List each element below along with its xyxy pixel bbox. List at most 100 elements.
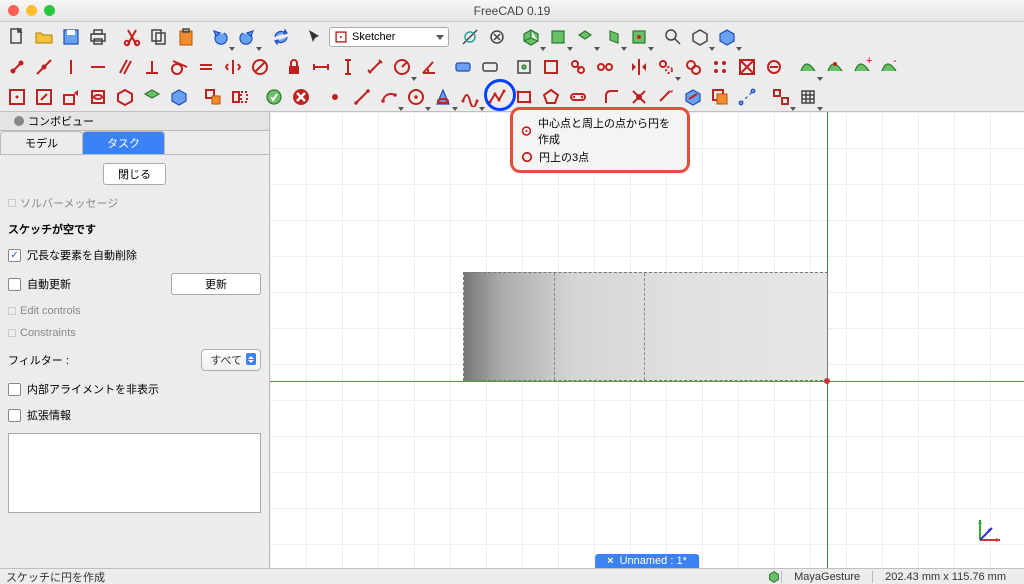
arc-icon[interactable] (376, 84, 402, 110)
horizontal-distance-icon[interactable] (308, 54, 334, 80)
radius-constraint-icon[interactable] (389, 54, 415, 80)
bspline-knot-icon[interactable] (822, 54, 848, 80)
line-icon[interactable] (349, 84, 375, 110)
wireframe-icon[interactable] (687, 24, 713, 50)
constraints-list[interactable] (8, 433, 261, 513)
polyline-icon[interactable] (484, 84, 510, 110)
rectangle-icon[interactable] (511, 84, 537, 110)
delete-all-constraints-icon[interactable] (761, 54, 787, 80)
trim-icon[interactable] (626, 84, 652, 110)
carbon-copy-icon[interactable] (707, 84, 733, 110)
stop-op-icon[interactable] (288, 84, 314, 110)
show-hide-geom-icon[interactable] (565, 54, 591, 80)
redo-icon[interactable] (234, 24, 260, 50)
rect-array-icon[interactable] (707, 54, 733, 80)
view-sketch-icon[interactable] (85, 84, 111, 110)
arrow-cursor-icon[interactable] (302, 24, 328, 50)
vertical-distance-icon[interactable] (335, 54, 361, 80)
close-button[interactable]: 閉じる (103, 163, 166, 185)
minimize-window-icon[interactable] (26, 5, 37, 16)
filter-select[interactable]: すべて (201, 349, 261, 371)
point-icon[interactable] (322, 84, 348, 110)
ext-info-checkbox[interactable] (8, 409, 21, 422)
close-shape-icon[interactable] (261, 84, 287, 110)
iso-view-icon[interactable] (518, 24, 544, 50)
parallel-constraint-icon[interactable] (112, 54, 138, 80)
bspline-incr-icon[interactable]: + (849, 54, 875, 80)
open-file-icon[interactable] (31, 24, 57, 50)
bspline-icon[interactable] (457, 84, 483, 110)
right-view-icon[interactable] (599, 24, 625, 50)
select-associated-icon[interactable] (538, 54, 564, 80)
viewport-3d[interactable]: × Unnamed : 1* (270, 112, 1024, 568)
horizontal-constraint-icon[interactable] (85, 54, 111, 80)
front-view-icon[interactable] (545, 24, 571, 50)
extend-icon[interactable] (653, 84, 679, 110)
bspline-degree-icon[interactable] (795, 54, 821, 80)
leave-sketch-icon[interactable] (58, 84, 84, 110)
constraints-section[interactable]: Constraints (8, 327, 261, 339)
polygon-icon[interactable] (538, 84, 564, 110)
bspline-decr-icon[interactable]: - (876, 54, 902, 80)
edit-sketch-icon[interactable] (31, 84, 57, 110)
circle-3pt-option[interactable]: 円上の3点 (521, 148, 679, 166)
conic-icon[interactable] (430, 84, 456, 110)
slot-icon[interactable] (565, 84, 591, 110)
vertical-constraint-icon[interactable] (58, 54, 84, 80)
angle-constraint-icon[interactable] (416, 54, 442, 80)
draw-style-icon[interactable] (714, 24, 740, 50)
distance-constraint-icon[interactable] (362, 54, 388, 80)
mirror-sketch-icon[interactable] (626, 54, 652, 80)
clone-icon[interactable] (653, 54, 679, 80)
tangent-constraint-icon[interactable] (166, 54, 192, 80)
new-file-icon[interactable] (4, 24, 30, 50)
zoom-fit-icon[interactable] (660, 24, 686, 50)
construction-mode-icon[interactable] (734, 84, 760, 110)
activate-constraint-icon[interactable] (477, 54, 503, 80)
update-button[interactable]: 更新 (171, 273, 261, 295)
nav-cube-icon[interactable] (767, 570, 781, 584)
circle-center-option[interactable]: 中心点と周上の点から円を作成 (521, 114, 679, 148)
equal-constraint-icon[interactable] (193, 54, 219, 80)
map-sketch-icon[interactable] (112, 84, 138, 110)
close-doc-icon[interactable]: × (607, 555, 613, 567)
reorient-icon[interactable] (139, 84, 165, 110)
toggle-driving-icon[interactable] (450, 54, 476, 80)
document-tab[interactable]: × Unnamed : 1* (595, 554, 699, 568)
lock-constraint-icon[interactable] (281, 54, 307, 80)
cut-icon[interactable] (119, 24, 145, 50)
external-geom-icon[interactable] (680, 84, 706, 110)
workbench-selector[interactable]: Sketcher (329, 27, 449, 47)
print-icon[interactable] (85, 24, 111, 50)
select-unconstrained-icon[interactable] (511, 54, 537, 80)
undo-icon[interactable] (207, 24, 233, 50)
paste-icon[interactable] (173, 24, 199, 50)
measure-clear-icon[interactable] (484, 24, 510, 50)
tab-model[interactable]: モデル (0, 131, 83, 154)
auto-update-checkbox[interactable] (8, 278, 21, 291)
auto-remove-checkbox[interactable]: ✓ (8, 249, 21, 262)
delete-all-geom-icon[interactable] (734, 54, 760, 80)
measure-linear-icon[interactable] (457, 24, 483, 50)
copy-icon[interactable] (146, 24, 172, 50)
grid-icon[interactable] (795, 84, 821, 110)
mirror2-icon[interactable] (227, 84, 253, 110)
perpendicular-constraint-icon[interactable] (139, 54, 165, 80)
validate-icon[interactable] (166, 84, 192, 110)
zoom-window-icon[interactable] (44, 5, 55, 16)
coincident-constraint-icon[interactable] (4, 54, 30, 80)
copy-sketch-icon[interactable] (680, 54, 706, 80)
merge-sketch-icon[interactable] (200, 84, 226, 110)
virtual-space-icon[interactable] (768, 84, 794, 110)
solver-section[interactable]: ソルバーメッセージ (8, 195, 261, 211)
rear-view-icon[interactable] (626, 24, 652, 50)
hide-internal-checkbox[interactable] (8, 383, 21, 396)
point-on-object-icon[interactable] (31, 54, 57, 80)
block-constraint-icon[interactable] (247, 54, 273, 80)
circle-icon[interactable] (403, 84, 429, 110)
close-window-icon[interactable] (8, 5, 19, 16)
top-view-icon[interactable] (572, 24, 598, 50)
show-hide-bsp-icon[interactable] (592, 54, 618, 80)
refresh-icon[interactable] (268, 24, 294, 50)
nav-style-label[interactable]: MayaGesture (781, 571, 872, 583)
